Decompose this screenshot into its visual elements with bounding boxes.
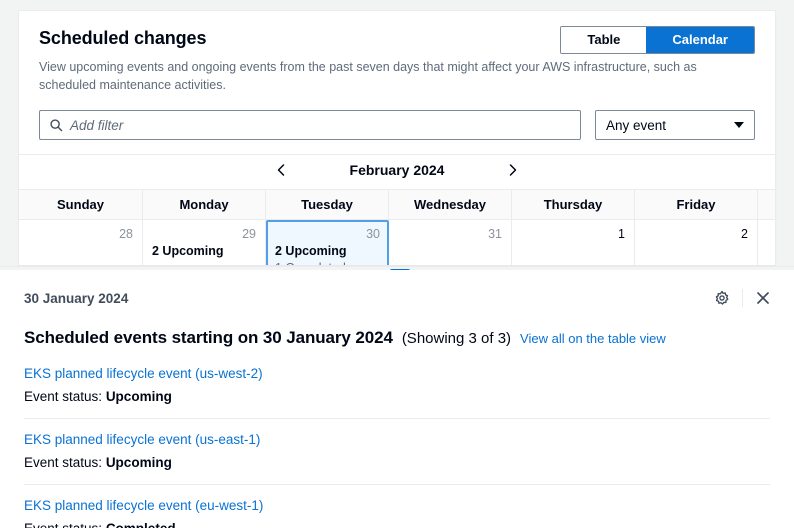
calendar-day-number: 29 (152, 226, 256, 242)
list-item: EKS planned lifecycle event (eu-west-1) E… (24, 496, 770, 528)
calendar-day-number: 1 (521, 226, 625, 242)
scheduled-changes-page: Scheduled changes View upcoming events a… (0, 0, 794, 528)
event-name-link[interactable]: EKS planned lifecycle event (us-east-1) (24, 430, 770, 450)
gear-icon (714, 290, 730, 306)
next-month-button[interactable] (501, 160, 525, 180)
weekday-header-monday: Monday (143, 190, 266, 219)
close-icon (755, 290, 771, 306)
event-status-label: Event status: (24, 455, 102, 470)
chevron-down-icon (734, 122, 744, 128)
calendar-day-cell[interactable]: 302 Upcoming1 Completed (266, 220, 389, 265)
list-item: EKS planned lifecycle event (us-east-1)E… (24, 430, 770, 485)
card-header: Scheduled changes View upcoming events a… (19, 11, 775, 94)
search-input[interactable]: Add filter (39, 110, 581, 140)
event-type-select-value: Any event (606, 118, 666, 133)
month-navigation: February 2024 (19, 154, 775, 189)
calendar-day-number: 2 (644, 226, 748, 242)
weekday-header-tuesday: Tuesday (266, 190, 389, 219)
calendar-week-row: 28292 Upcoming302 Upcoming1 Completed311… (19, 220, 775, 265)
calendar-day-cell[interactable]: 2 (635, 220, 758, 265)
calendar-day-cell[interactable] (758, 220, 776, 265)
table-view-button[interactable]: Table (561, 27, 646, 53)
event-type-select[interactable]: Any event (595, 110, 755, 140)
calendar-view-button[interactable]: Calendar (646, 27, 754, 53)
list-item: EKS planned lifecycle event (us-west-2)E… (24, 364, 770, 419)
calendar-day-cell[interactable]: 1 (512, 220, 635, 265)
event-list: EKS planned lifecycle event (us-west-2)E… (0, 348, 794, 528)
split-panel-title-row: Scheduled events starting on 30 January … (0, 310, 794, 348)
chevron-right-icon (507, 162, 519, 178)
event-name-link[interactable]: EKS planned lifecycle event (eu-west-1) (24, 496, 770, 516)
calendar-day-cell[interactable]: 292 Upcoming (143, 220, 266, 265)
calendar-day-completed-count: 1 Completed (275, 260, 380, 265)
header-separator (742, 289, 743, 307)
calendar-day-cell[interactable]: 28 (19, 220, 143, 265)
status-badge: Completed (106, 521, 176, 528)
weekday-header-sunday: Sunday (19, 190, 143, 219)
search-input-placeholder: Add filter (70, 118, 123, 133)
calendar-day-upcoming-count: 2 Upcoming (275, 243, 380, 260)
weekday-header-saturday: Saturday (758, 190, 776, 219)
panel-divider (0, 266, 794, 267)
view-all-table-link[interactable]: View all on the table view (520, 331, 666, 346)
calendar-day-number: 28 (28, 226, 133, 242)
split-panel-header: 30 January 2024 (0, 270, 794, 310)
status-badge: Upcoming (106, 389, 172, 404)
chevron-left-icon (275, 162, 287, 178)
split-panel: 30 January 2024 (0, 270, 794, 528)
scheduled-changes-card: Scheduled changes View upcoming events a… (18, 10, 776, 265)
settings-button[interactable] (707, 286, 737, 310)
status-badge: Upcoming (106, 455, 172, 470)
previous-month-button[interactable] (269, 160, 293, 180)
split-panel-count: (Showing 3 of 3) (402, 330, 511, 347)
filter-row: Add filter Any event (19, 94, 775, 154)
event-status: Event status: Upcoming (24, 452, 770, 473)
event-status: Event status: Upcoming (24, 386, 770, 407)
calendar-day-cell[interactable]: 31 (389, 220, 512, 265)
event-name-link[interactable]: EKS planned lifecycle event (us-west-2) (24, 364, 770, 384)
event-status-label: Event status: (24, 389, 102, 404)
event-status-label: Event status: (24, 521, 102, 528)
view-toggle: Table Calendar (560, 26, 755, 54)
calendar-day-number: 31 (398, 226, 502, 242)
weekday-header-thursday: Thursday (512, 190, 635, 219)
search-icon (49, 118, 63, 132)
calendar-day-number: 30 (275, 226, 380, 242)
close-button[interactable] (748, 286, 778, 310)
split-panel-title: Scheduled events starting on 30 January … (24, 328, 393, 348)
calendar-day-upcoming-count: 2 Upcoming (152, 243, 256, 260)
weekday-header-wednesday: Wednesday (389, 190, 512, 219)
weekday-header-friday: Friday (635, 190, 758, 219)
event-status: Event status: Completed (24, 518, 770, 528)
weekday-header-row: Sunday Monday Tuesday Wednesday Thursday… (19, 189, 775, 220)
split-panel-date-label: 30 January 2024 (24, 291, 707, 306)
card-description: View upcoming events and ongoing events … (39, 58, 729, 94)
current-month-label: February 2024 (337, 162, 457, 178)
